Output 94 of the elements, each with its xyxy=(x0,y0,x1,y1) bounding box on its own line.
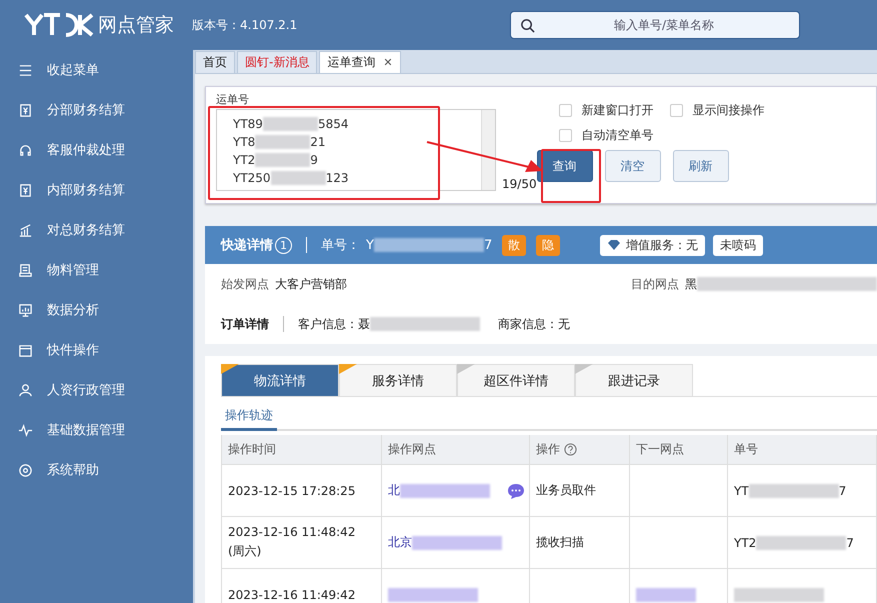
chat-icon[interactable] xyxy=(507,483,525,499)
search-icon xyxy=(520,18,535,33)
bill-icon xyxy=(18,182,33,198)
sidebar-item[interactable]: 客服仲裁处理 xyxy=(0,130,193,170)
service-chip: 增值服务：无 xyxy=(600,234,706,256)
bill-icon xyxy=(18,102,33,118)
text: 聂 xyxy=(358,316,370,332)
table-cell: 业务员取件 xyxy=(530,465,630,517)
table-cell: 2023-12-16 11:48:42 (周六) xyxy=(222,517,382,569)
field-value: 商家信息：无 xyxy=(498,316,570,332)
status-tag: 隐 xyxy=(536,234,560,256)
input-count: 19/50 xyxy=(502,177,537,191)
version-label: 版本号：4.107.2.1 xyxy=(192,16,298,34)
document-icon xyxy=(18,262,33,278)
table-cell: 2023-12-16 11:49:42 xyxy=(222,569,382,603)
chart-icon xyxy=(18,222,33,238)
redaction-blur xyxy=(255,152,310,166)
detail-tab[interactable]: 物流详情 xyxy=(221,364,339,396)
action-button[interactable]: 查询 xyxy=(536,150,593,182)
menu-icon xyxy=(18,62,33,78)
monitor-icon xyxy=(18,302,33,318)
headset-icon xyxy=(18,142,33,158)
text: 5854 xyxy=(318,116,348,130)
sidebar-item[interactable]: 收起菜单 xyxy=(0,50,193,90)
field-label: 目的网点 xyxy=(631,276,679,292)
number-label: 单号： xyxy=(321,237,360,254)
checkbox-option[interactable]: 自动清空单号 xyxy=(558,127,654,144)
sidebar-item[interactable]: 人资行政管理 xyxy=(0,370,193,410)
page-tab[interactable]: 运单查询 ✕ xyxy=(319,51,401,73)
section-title: 快递详情 xyxy=(221,236,273,254)
redaction-blur xyxy=(255,134,310,148)
waybill-input[interactable]: YT89 5854 YT8 21 YT2 9 YT250 123 xyxy=(216,109,496,191)
sidebar-item[interactable]: 基础数据管理 xyxy=(0,410,193,450)
scrollbar[interactable] xyxy=(481,110,495,190)
pulse-icon xyxy=(18,422,33,438)
search-field[interactable]: 输入单号/菜单名称 xyxy=(510,11,800,39)
text: YT250 xyxy=(233,170,271,184)
text: 黑 xyxy=(685,276,697,292)
checkbox-option[interactable]: 显示间接操作 xyxy=(670,102,765,119)
text: YT89 xyxy=(233,116,263,130)
redaction-blur xyxy=(270,170,326,184)
column-header: 操作时间 xyxy=(222,435,382,465)
column-header: 单号 xyxy=(728,435,877,465)
text: 123 xyxy=(326,170,348,184)
sidebar-item[interactable]: 分部财务结算 xyxy=(0,90,193,130)
sidebar-item[interactable]: 快件操作 xyxy=(0,330,193,370)
annotation-frame xyxy=(541,149,601,203)
text: 7 xyxy=(846,536,854,550)
brand-name: 网点管家 xyxy=(98,13,174,38)
text: 21 xyxy=(310,134,326,148)
code-status-chip: 未喷码 xyxy=(713,234,764,256)
text: 7 xyxy=(484,238,492,252)
detail-tab[interactable]: 服务详情 xyxy=(339,364,457,396)
window-icon xyxy=(18,342,33,358)
action-button[interactable]: 刷新 xyxy=(672,150,729,182)
text: 7 xyxy=(838,484,846,498)
column-header: 操作 xyxy=(530,435,630,465)
section-title: 订单详情 xyxy=(221,316,269,332)
detail-tab[interactable]: 跟进记录 xyxy=(575,364,693,396)
person-icon xyxy=(18,382,33,398)
text: YT2 xyxy=(233,152,256,166)
text: YT8 xyxy=(233,134,256,148)
redaction-blur xyxy=(262,116,318,130)
table-cell: 揽收扫描 xyxy=(530,517,630,569)
page-tab[interactable]: 首页 xyxy=(195,51,235,73)
text: 北 xyxy=(388,482,400,499)
field-label: 运单号 xyxy=(216,92,249,107)
sidebar-item[interactable]: 对总财务结算 xyxy=(0,210,193,250)
text: 9 xyxy=(310,152,318,166)
detail-tab[interactable]: 超区件详情 xyxy=(457,364,575,396)
table-cell: 2023-12-15 17:28:25 xyxy=(222,465,382,517)
field-label: 客户信息： xyxy=(298,316,358,332)
sub-tab[interactable]: 操作轨迹 xyxy=(221,407,277,431)
sidebar-item[interactable]: 内部财务结算 xyxy=(0,170,193,210)
logo-icon xyxy=(24,11,94,39)
count-badge: 1 xyxy=(275,236,292,254)
text: Y xyxy=(366,238,374,252)
action-button[interactable]: 清空 xyxy=(604,150,661,182)
text: YT xyxy=(734,484,749,498)
page-tab[interactable]: 圆钉-新消息 xyxy=(237,51,318,73)
text: 北京 xyxy=(388,534,412,551)
sidebar-item[interactable]: 系统帮助 xyxy=(0,450,193,490)
close-icon[interactable]: ✕ xyxy=(383,56,393,69)
status-tag: 散 xyxy=(502,234,526,256)
redaction-blur xyxy=(636,588,696,602)
field-label: 始发网点 xyxy=(221,276,269,292)
column-header: 下一网点 xyxy=(630,435,728,465)
text: YT2 xyxy=(734,536,756,550)
sidebar-item[interactable]: 数据分析 xyxy=(0,290,193,330)
sidebar-item[interactable]: 物料管理 xyxy=(0,250,193,290)
diamond-icon xyxy=(607,239,622,251)
field-value: 大客户营销部 xyxy=(275,276,347,292)
column-header: 操作网点 xyxy=(382,435,530,465)
checkbox-option[interactable]: 新建窗口打开 xyxy=(558,102,654,119)
